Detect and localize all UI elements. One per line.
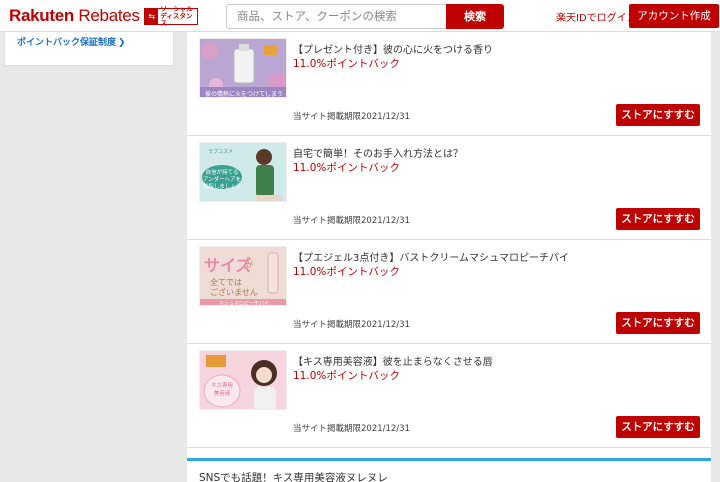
chevron-right-icon: ❯ <box>118 38 126 48</box>
svg-text:キス専用: キス専用 <box>211 381 233 389</box>
card-title[interactable]: 【プレゼント付き】彼の心に火をつける香り <box>293 41 493 56</box>
social-distance-icon: ⇆ <box>145 9 159 24</box>
create-account-button[interactable]: アカウント作成 <box>629 4 719 28</box>
section-divider <box>187 458 711 461</box>
perfume-thumbnail[interactable]: 彼の情熱に火をつけてしまう <box>199 38 287 98</box>
svg-text:アンダーヘアを: アンダーヘアを <box>203 175 241 183</box>
list-item: 彼の情熱に火をつけてしまう 【プレゼント付き】彼の心に火をつける香り 11.0%… <box>187 32 711 136</box>
point-back-rate: 11.0%ポイントバック <box>293 58 400 70</box>
sns-section-heading: SNSでも話題！キス専用美容液ヌレヌレ <box>199 472 388 482</box>
svg-text:ラブコスメ: ラブコスメ <box>208 148 233 155</box>
listing-deadline: 当サイト掲載期限2021/12/31 <box>293 112 410 122</box>
list-item: キス専用 美容液 【キス専用美容液】彼を止まらなくさせる唇 11.0%ポイントバ… <box>187 344 711 448</box>
svg-text:目指しましょう: 目指しましょう <box>203 182 242 190</box>
rakuten-rebates-logo[interactable]: Rakuten Rebates <box>9 6 140 26</box>
bust-cream-thumbnail[interactable]: サイズ が 全てでは ございません マシュマロピーチパイ <box>199 246 287 306</box>
search-button[interactable]: 検索 <box>446 4 504 29</box>
search-input[interactable]: 商品、ストア、クーポンの検索 <box>226 4 446 29</box>
svg-text:美容液: 美容液 <box>214 389 231 397</box>
kiss-serum-thumbnail[interactable]: キス専用 美容液 <box>199 350 287 410</box>
card-title[interactable]: 【プエジェル3点付き】バストクリームマシュマロピーチパイ <box>293 249 569 264</box>
svg-text:ございません: ございません <box>210 287 258 297</box>
svg-text:自信が持てる: 自信が持てる <box>205 168 238 176</box>
svg-text:全てでは: 全てでは <box>210 277 242 287</box>
store-list: 彼の情熱に火をつけてしまう 【プレゼント付き】彼の心に火をつける香り 11.0%… <box>187 32 711 482</box>
point-back-rate: 11.0%ポイントバック <box>293 162 400 174</box>
go-to-store-button[interactable]: ストアにすすむ <box>616 104 700 126</box>
social-distance-badge: ⇆ ソーシャル ディスタンス <box>144 6 198 27</box>
svg-text:彼の情熱に火をつけてしまう: 彼の情熱に火をつけてしまう <box>205 90 283 98</box>
sidebar: ポイントバック保証制度 ❯ <box>4 32 174 66</box>
list-item: 自信が持てる アンダーヘアを 目指しましょう ラブコスメ 自宅で簡単！そのお手入… <box>187 136 711 240</box>
go-to-store-button[interactable]: ストアにすすむ <box>616 416 700 438</box>
go-to-store-button[interactable]: ストアにすすむ <box>616 312 700 334</box>
svg-text:マシュマロピーチパイ: マシュマロピーチパイ <box>219 301 269 306</box>
card-title[interactable]: 自宅で簡単！そのお手入れ方法とは？ <box>293 145 463 160</box>
go-to-store-button[interactable]: ストアにすすむ <box>616 208 700 230</box>
point-back-rate: 11.0%ポイントバック <box>293 266 400 278</box>
site-header: Rakuten Rebates ⇆ ソーシャル ディスタンス 商品、ストア、クー… <box>0 0 720 32</box>
listing-deadline: 当サイト掲載期限2021/12/31 <box>293 424 410 434</box>
card-title[interactable]: 【キス専用美容液】彼を止まらなくさせる唇 <box>293 353 493 368</box>
list-item: サイズ が 全てでは ございません マシュマロピーチパイ 【プエジェル3点付き】… <box>187 240 711 344</box>
login-link[interactable]: 楽天IDでログイン <box>556 9 637 24</box>
listing-deadline: 当サイト掲載期限2021/12/31 <box>293 216 410 226</box>
svg-text:が: が <box>246 260 253 269</box>
point-back-guarantee-link[interactable]: ポイントバック保証制度 ❯ <box>17 35 126 48</box>
point-back-rate: 11.0%ポイントバック <box>293 370 400 382</box>
listing-deadline: 当サイト掲載期限2021/12/31 <box>293 320 410 330</box>
home-care-thumbnail[interactable]: 自信が持てる アンダーヘアを 目指しましょう ラブコスメ <box>199 142 287 202</box>
svg-text:サイズ: サイズ <box>204 256 252 275</box>
